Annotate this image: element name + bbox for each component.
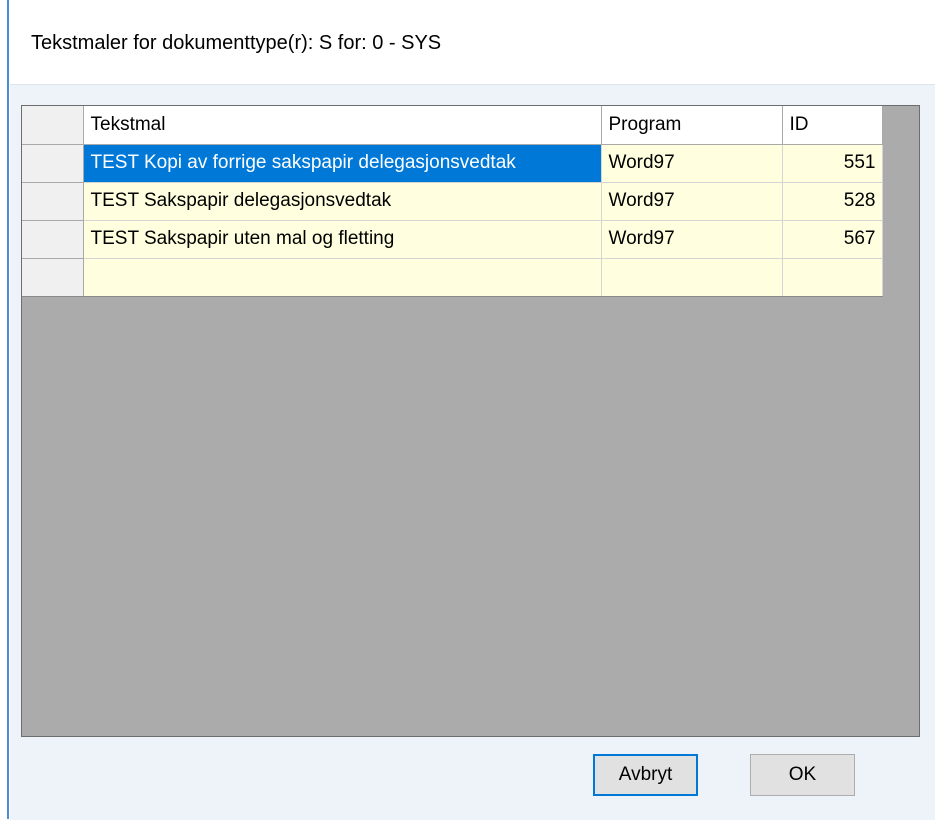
ok-button[interactable]: OK bbox=[750, 754, 855, 796]
template-grid[interactable]: Tekstmal Program ID TEST Kopi av forrige… bbox=[21, 105, 920, 737]
header-row: Tekstmal Program ID bbox=[22, 106, 883, 145]
cell-tekstmal[interactable]: TEST Sakspapir delegasjonsvedtak bbox=[83, 182, 602, 221]
dialog-title: Tekstmaler for dokumenttype(r): S for: 0… bbox=[31, 32, 442, 54]
row-header[interactable] bbox=[22, 182, 84, 221]
cell-program[interactable]: Word97 bbox=[601, 220, 783, 259]
cell-id[interactable]: 528 bbox=[782, 182, 883, 221]
cell-tekstmal[interactable]: TEST Kopi av forrige sakspapir delegasjo… bbox=[83, 144, 602, 183]
row-header[interactable] bbox=[22, 144, 84, 183]
column-header-tekstmal[interactable]: Tekstmal bbox=[83, 106, 602, 145]
cell-program[interactable]: Word97 bbox=[601, 144, 783, 183]
column-header-program[interactable]: Program bbox=[601, 106, 783, 145]
cell-id[interactable]: 551 bbox=[782, 144, 883, 183]
corner-header-cell[interactable] bbox=[22, 106, 84, 145]
cell-program[interactable]: Word97 bbox=[601, 182, 783, 221]
cell-id[interactable]: 567 bbox=[782, 220, 883, 259]
row-header[interactable] bbox=[22, 220, 84, 259]
cell-program[interactable] bbox=[601, 258, 783, 297]
template-table: Tekstmal Program ID TEST Kopi av forrige… bbox=[22, 106, 883, 297]
column-header-id[interactable]: ID bbox=[782, 106, 883, 145]
table-row[interactable]: TEST Sakspapir uten mal og fletting Word… bbox=[22, 220, 883, 259]
cell-tekstmal[interactable]: TEST Sakspapir uten mal og fletting bbox=[83, 220, 602, 259]
cancel-button[interactable]: Avbryt bbox=[593, 754, 698, 796]
new-row[interactable] bbox=[22, 258, 883, 297]
cell-id[interactable] bbox=[782, 258, 883, 297]
row-header[interactable] bbox=[22, 258, 84, 297]
cell-tekstmal[interactable] bbox=[83, 258, 602, 297]
table-row[interactable]: TEST Kopi av forrige sakspapir delegasjo… bbox=[22, 144, 883, 183]
table-row[interactable]: TEST Sakspapir delegasjonsvedtak Word97 … bbox=[22, 182, 883, 221]
window-edge bbox=[7, 0, 9, 819]
